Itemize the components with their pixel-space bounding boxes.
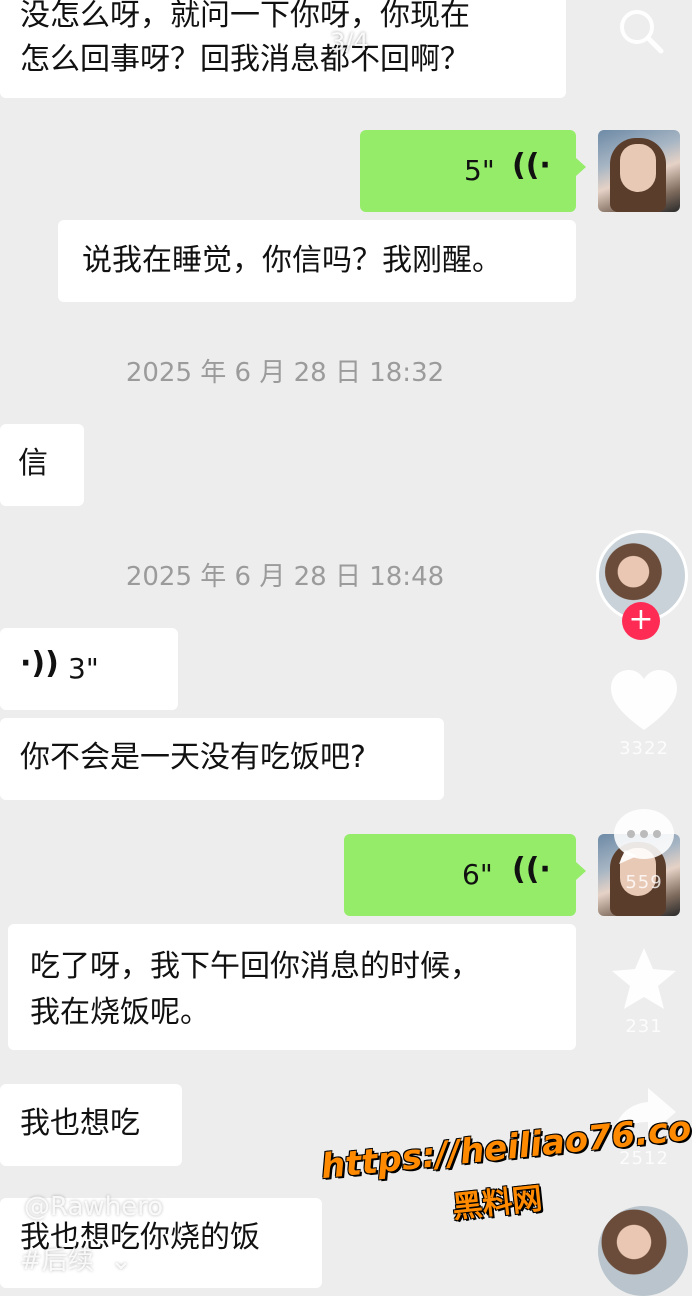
message-text: 说我在睡觉，你信吗？我刚醒。 xyxy=(82,243,502,278)
like-count: 3322 xyxy=(619,738,669,759)
voice-duration: 5" xyxy=(464,154,495,187)
favorite-count: 231 xyxy=(625,1016,663,1037)
follow-button[interactable]: + xyxy=(622,602,660,640)
comment-icon xyxy=(614,809,674,864)
message-text: 没怎么呀，就问一下你呀，你现在 怎么回事呀？回我消息都不回啊？ xyxy=(20,0,470,77)
message-bubble-incoming: 信 xyxy=(0,424,84,506)
page-indicator: 3/4 xyxy=(330,28,369,56)
message-bubble-incoming: 我也想吃 xyxy=(0,1084,182,1166)
message-text: 你不会是一天没有吃饭吧? xyxy=(20,740,366,775)
author-handle[interactable]: @Rawhero xyxy=(24,1192,163,1222)
like-button[interactable]: 3322 xyxy=(604,668,684,759)
avatar-self[interactable] xyxy=(598,130,680,212)
voice-duration: 6" xyxy=(462,858,493,891)
heart-icon xyxy=(611,670,677,730)
message-text: 信 xyxy=(18,446,48,481)
favorite-button[interactable]: 231 xyxy=(604,946,684,1037)
voice-message-incoming[interactable]: ·)) 3" xyxy=(0,628,178,710)
timestamp: 2025 年 6 月 28 日 18:48 xyxy=(125,562,445,592)
voice-wave-icon: ((· xyxy=(512,148,551,183)
star-icon xyxy=(612,948,676,1009)
chevron-down-icon: ⌄ xyxy=(110,1246,132,1276)
watermark-url: https://heiliao76.com xyxy=(319,1104,692,1188)
message-bubble-incoming: 你不会是一天没有吃饭吧? xyxy=(0,718,444,800)
message-text: 我也想吃 xyxy=(20,1106,140,1141)
comment-button[interactable]: 559 xyxy=(604,806,684,893)
message-text: 吃了呀，我下午回你消息的时候， 我在烧饭呢。 xyxy=(30,949,480,1030)
watermark-site: 黑料网 xyxy=(450,1181,544,1226)
voice-wave-icon: ((· xyxy=(512,852,551,887)
voice-wave-icon: ·)) xyxy=(20,646,59,681)
music-disc-avatar[interactable] xyxy=(598,1206,688,1296)
message-bubble-incoming: 没怎么呀，就问一下你呀，你现在 怎么回事呀？回我消息都不回啊？ xyxy=(0,0,566,98)
message-bubble-incoming: 吃了呀，我下午回你消息的时候， 我在烧饭呢。 xyxy=(8,924,576,1050)
hashtag-label: #后续 xyxy=(20,1246,94,1276)
message-bubble-incoming: 说我在睡觉，你信吗？我刚醒。 xyxy=(58,220,576,302)
voice-message-outgoing[interactable]: 6" ((· xyxy=(344,834,586,916)
plus-icon: + xyxy=(628,602,654,637)
voice-duration: 3" xyxy=(68,652,99,685)
voice-message-outgoing[interactable]: 5" ((· xyxy=(360,130,586,212)
search-icon[interactable] xyxy=(616,6,666,56)
comment-count: 559 xyxy=(625,872,663,893)
hashtag[interactable]: #后续 ⌄ xyxy=(20,1240,132,1277)
timestamp: 2025 年 6 月 28 日 18:32 xyxy=(125,358,445,388)
